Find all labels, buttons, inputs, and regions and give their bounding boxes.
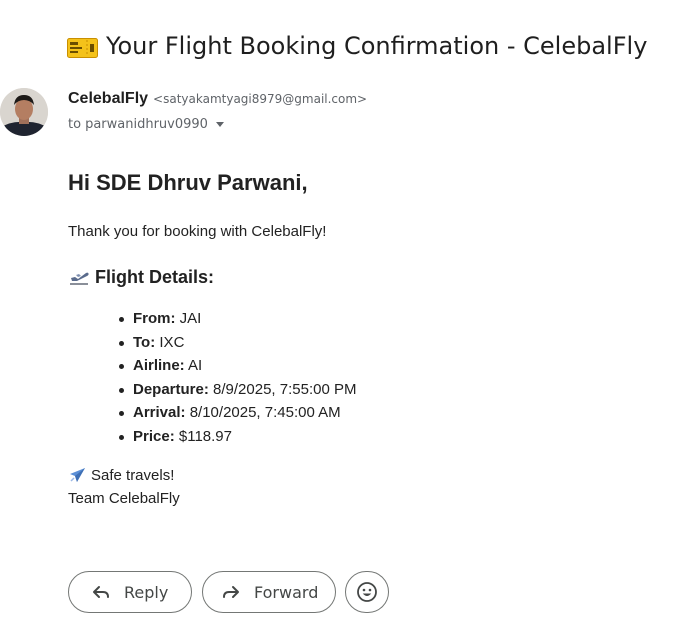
list-item: Arrival: 8/10/2025, 7:45:00 AM (117, 402, 356, 426)
recipient-label: to (68, 116, 82, 132)
recipient-line: to parwanidhruv0990 (68, 115, 224, 133)
reply-button[interactable]: Reply (68, 571, 192, 613)
flight-details-list: From: JAI To: IXC Airline: AI Departure:… (117, 308, 356, 449)
list-item: To: IXC (117, 332, 356, 356)
detail-value: $118.97 (178, 427, 232, 445)
list-item: Airline: AI (117, 355, 356, 379)
sender-line: CelebalFly <satyakamtyagi8979@gmail.com> (68, 90, 367, 110)
detail-value: 8/9/2025, 7:55:00 PM (213, 380, 357, 398)
signature: Team CelebalFly (68, 490, 180, 507)
list-item: Departure: 8/9/2025, 7:55:00 PM (117, 379, 356, 403)
detail-value: AI (188, 357, 203, 374)
flight-details-heading: Flight Details: (68, 265, 214, 289)
smiley-icon (356, 581, 378, 603)
email-subject: Your Flight Booking Confirmation - Celeb… (67, 28, 687, 64)
forward-icon (221, 582, 241, 602)
detail-label: From: (133, 310, 176, 327)
sender-email: <satyakamtyagi8979@gmail.com> (153, 92, 368, 106)
subject-text: Your Flight Booking Confirmation - Celeb… (106, 32, 648, 60)
recipient-name: parwanidhruv0990 (85, 116, 208, 132)
detail-value: IXC (159, 333, 185, 351)
sender-name[interactable]: CelebalFly (68, 90, 148, 108)
detail-value: 8/10/2025, 7:45:00 AM (189, 404, 341, 421)
detail-label: Departure: (133, 380, 209, 398)
detail-label: Airline: (133, 357, 185, 374)
closing-line: Safe travels! (68, 464, 174, 486)
closing-text: Safe travels! (91, 466, 175, 484)
emoji-reaction-button[interactable] (345, 571, 389, 613)
airplane-departure-icon (68, 267, 90, 287)
airplane-icon (68, 466, 87, 485)
detail-label: Price: (133, 427, 175, 445)
greeting-heading: Hi SDE Dhruv Parwani, (68, 170, 308, 195)
forward-button[interactable]: Forward (202, 571, 336, 613)
flight-details-label: Flight Details: (95, 266, 215, 287)
detail-label: To: (133, 333, 156, 351)
list-item: From: JAI (117, 308, 356, 332)
avatar[interactable] (0, 88, 48, 136)
forward-label: Forward (254, 582, 319, 602)
ticket-icon (67, 36, 98, 58)
chevron-down-icon[interactable] (215, 121, 224, 127)
thanks-text: Thank you for booking with CelebalFly! (68, 223, 327, 240)
reply-icon (91, 582, 111, 602)
reply-label: Reply (124, 582, 169, 602)
detail-value: JAI (179, 310, 202, 327)
list-item: Price: $118.97 (117, 426, 356, 450)
detail-label: Arrival: (133, 404, 186, 421)
